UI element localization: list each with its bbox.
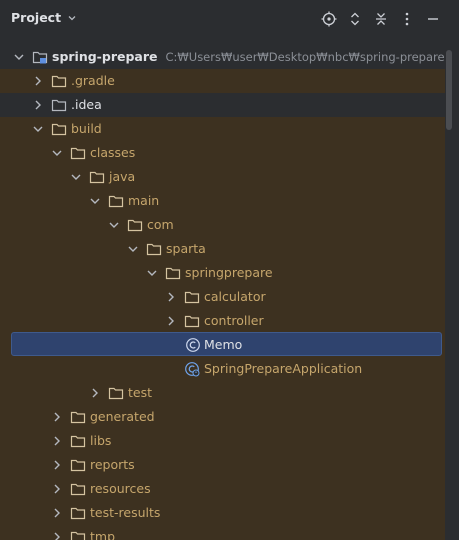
folder-icon	[70, 147, 86, 160]
chevron-right-icon[interactable]	[89, 387, 101, 399]
folder-icon	[70, 411, 86, 424]
chevron-right-icon[interactable]	[51, 411, 63, 423]
class-icon	[186, 338, 200, 352]
tree-row-root[interactable]: spring-prepare C:₩Users₩user₩Desktop₩nbc₩…	[0, 45, 445, 69]
chevron-down-icon[interactable]	[13, 51, 25, 63]
tree-row-test[interactable]: test	[0, 381, 445, 405]
folder-icon	[89, 171, 105, 184]
options-icon[interactable]	[396, 8, 418, 30]
tree-row-com[interactable]: com	[0, 213, 445, 237]
tree-row-gradle[interactable]: .gradle	[0, 69, 445, 93]
hide-icon[interactable]	[422, 8, 444, 30]
chevron-right-icon[interactable]	[51, 459, 63, 471]
tree-row-application[interactable]: SpringPrepareApplication	[0, 357, 445, 381]
panel-title: Project	[11, 10, 62, 25]
folder-label: reports	[90, 457, 135, 472]
folder-icon	[51, 123, 67, 136]
root-label: spring-prepare	[52, 49, 158, 64]
tree-row-java[interactable]: java	[0, 165, 445, 189]
folder-label: classes	[90, 145, 136, 160]
root-path: C:₩Users₩user₩Desktop₩nbc₩spring-prepare	[165, 50, 445, 64]
vertical-scrollbar[interactable]	[446, 50, 452, 130]
folder-label: sparta	[166, 241, 206, 256]
class-label: Memo	[204, 337, 243, 352]
tree-row-tmp[interactable]: tmp	[0, 525, 445, 540]
folder-label: calculator	[204, 289, 266, 304]
tree-row-calculator[interactable]: calculator	[0, 285, 445, 309]
chevron-down-icon[interactable]	[89, 195, 101, 207]
folder-label: .idea	[71, 97, 102, 112]
folder-icon	[70, 459, 86, 472]
folder-icon	[184, 315, 200, 328]
tree-row-idea[interactable]: .idea	[0, 93, 445, 117]
project-tree: spring-prepare C:₩Users₩user₩Desktop₩nbc₩…	[0, 44, 445, 540]
chevron-right-icon[interactable]	[32, 75, 44, 87]
folder-label: controller	[204, 313, 264, 328]
folder-label: generated	[90, 409, 155, 424]
spring-boot-class-icon	[185, 362, 200, 377]
folder-icon	[70, 483, 86, 496]
tree-row-generated[interactable]: generated	[0, 405, 445, 429]
tree-row-sparta[interactable]: sparta	[0, 237, 445, 261]
collapse-all-icon[interactable]	[370, 8, 392, 30]
folder-label: resources	[90, 481, 151, 496]
folder-label: .gradle	[71, 73, 115, 88]
chevron-right-icon[interactable]	[51, 531, 63, 540]
chevron-right-icon[interactable]	[51, 435, 63, 447]
tree-row-libs[interactable]: libs	[0, 429, 445, 453]
folder-label: com	[147, 217, 174, 232]
folder-label: java	[109, 169, 136, 184]
chevron-right-icon[interactable]	[51, 483, 63, 495]
tree-row-resources[interactable]: resources	[0, 477, 445, 501]
folder-label: springprepare	[185, 265, 273, 280]
folder-icon	[70, 435, 86, 448]
folder-icon	[108, 387, 124, 400]
chevron-right-icon[interactable]	[165, 315, 177, 327]
folder-label: libs	[90, 433, 112, 448]
project-tool-window: Project spring-prepare C:₩Users₩user₩Desk…	[0, 0, 459, 540]
chevron-down-icon[interactable]	[32, 123, 44, 135]
folder-icon	[127, 219, 143, 232]
folder-icon	[184, 291, 200, 304]
folder-label: test	[128, 385, 153, 400]
folder-label: build	[71, 121, 102, 136]
locate-icon[interactable]	[318, 8, 340, 30]
chevron-down-icon	[68, 15, 76, 20]
folder-label: main	[128, 193, 160, 208]
folder-icon	[165, 267, 181, 280]
folder-icon	[51, 75, 67, 88]
folder-label: test-results	[90, 505, 161, 520]
folder-icon	[70, 531, 86, 540]
tree-row-reports[interactable]: reports	[0, 453, 445, 477]
chevron-right-icon[interactable]	[51, 507, 63, 519]
chevron-right-icon[interactable]	[32, 99, 44, 111]
folder-icon	[70, 507, 86, 520]
folder-icon	[146, 243, 162, 256]
tree-row-memo[interactable]: Memo	[11, 332, 442, 356]
chevron-down-icon[interactable]	[146, 267, 158, 279]
tool-window-header: Project	[0, 0, 459, 38]
folder-icon	[108, 195, 124, 208]
chevron-down-icon[interactable]	[108, 219, 120, 231]
tree-row-build[interactable]: build	[0, 117, 445, 141]
tree-row-test-results[interactable]: test-results	[0, 501, 445, 525]
project-view-selector[interactable]: Project	[11, 10, 77, 25]
chevron-right-icon[interactable]	[165, 291, 177, 303]
chevron-down-icon[interactable]	[70, 171, 82, 183]
tree-row-main[interactable]: main	[0, 189, 445, 213]
module-folder-icon	[32, 51, 48, 64]
tree-row-springprepare[interactable]: springprepare	[0, 261, 445, 285]
class-label: SpringPrepareApplication	[204, 361, 363, 376]
tree-row-classes[interactable]: classes	[0, 141, 445, 165]
tree-row-controller[interactable]: controller	[0, 309, 445, 333]
folder-label: tmp	[90, 529, 116, 540]
expand-all-icon[interactable]	[344, 8, 366, 30]
folder-icon	[51, 99, 67, 112]
chevron-down-icon[interactable]	[51, 147, 63, 159]
chevron-down-icon[interactable]	[127, 243, 139, 255]
